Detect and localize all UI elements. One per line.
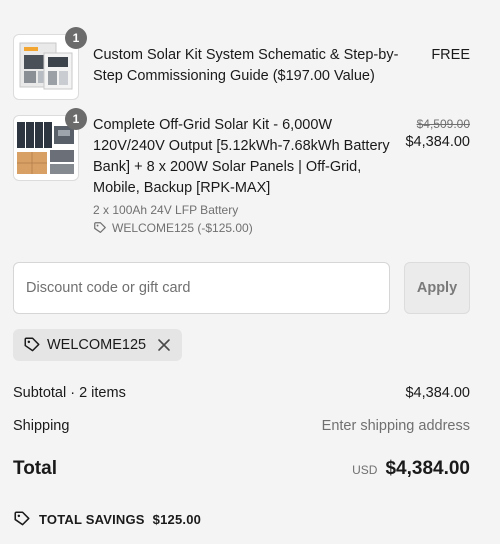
item-variant: 2 x 100Ah 24V LFP Battery (93, 203, 239, 217)
shipping-value: Enter shipping address (321, 418, 470, 434)
total-row: Total USD $4,384.00 (13, 458, 470, 480)
item-title: Complete Off-Grid Solar Kit - 6,000W 120… (93, 117, 390, 196)
item-price: $4,384.00 (405, 134, 470, 150)
total-amount-group: USD $4,384.00 (352, 458, 470, 480)
total-savings: TOTAL SAVINGS $125.00 (13, 510, 201, 528)
close-icon[interactable] (156, 337, 172, 353)
line-item: 1 Complete Off-Grid Solar Kit - 6,000W 1… (13, 108, 487, 240)
tag-icon (14, 511, 30, 526)
subtotal-value: $4,384.00 (405, 385, 470, 401)
subtotal-row: Subtotal · 2 items $4,384.00 (13, 385, 470, 401)
discount-form: Apply (13, 262, 470, 314)
tag-icon (24, 337, 40, 352)
total-label: Total (13, 458, 57, 479)
tag-icon (94, 222, 106, 233)
currency-code: USD (352, 463, 378, 477)
applied-discount-code: WELCOME125 (47, 337, 147, 353)
shipping-label: Shipping (13, 418, 70, 434)
original-price: $4,509.00 (416, 117, 470, 131)
quantity-badge: 1 (65, 27, 87, 49)
product-thumbnail: 1 (13, 108, 87, 181)
item-price-group: $4,509.00 $4,384.00 (405, 117, 470, 150)
item-title: Custom Solar Kit System Schematic & Step… (93, 47, 399, 84)
quantity-badge: 1 (65, 108, 87, 130)
line-item: 1 Custom Solar Kit System Schematic & St… (13, 27, 487, 100)
total-value: $4,384.00 (385, 458, 470, 479)
apply-button[interactable]: Apply (404, 262, 470, 314)
applied-discount-chip: WELCOME125 (13, 329, 183, 361)
item-discount-label: WELCOME125 (-$125.00) (112, 221, 253, 235)
item-price: FREE (431, 47, 470, 63)
subtotal-label: Subtotal · 2 items (13, 385, 126, 401)
shipping-row: Shipping Enter shipping address (13, 418, 470, 434)
discount-code-input[interactable] (13, 262, 390, 314)
product-thumbnail: 1 (13, 27, 87, 100)
savings-value: $125.00 (152, 511, 202, 527)
item-discount: WELCOME125 (-$125.00) (93, 221, 253, 235)
savings-label: TOTAL SAVINGS (39, 511, 145, 527)
